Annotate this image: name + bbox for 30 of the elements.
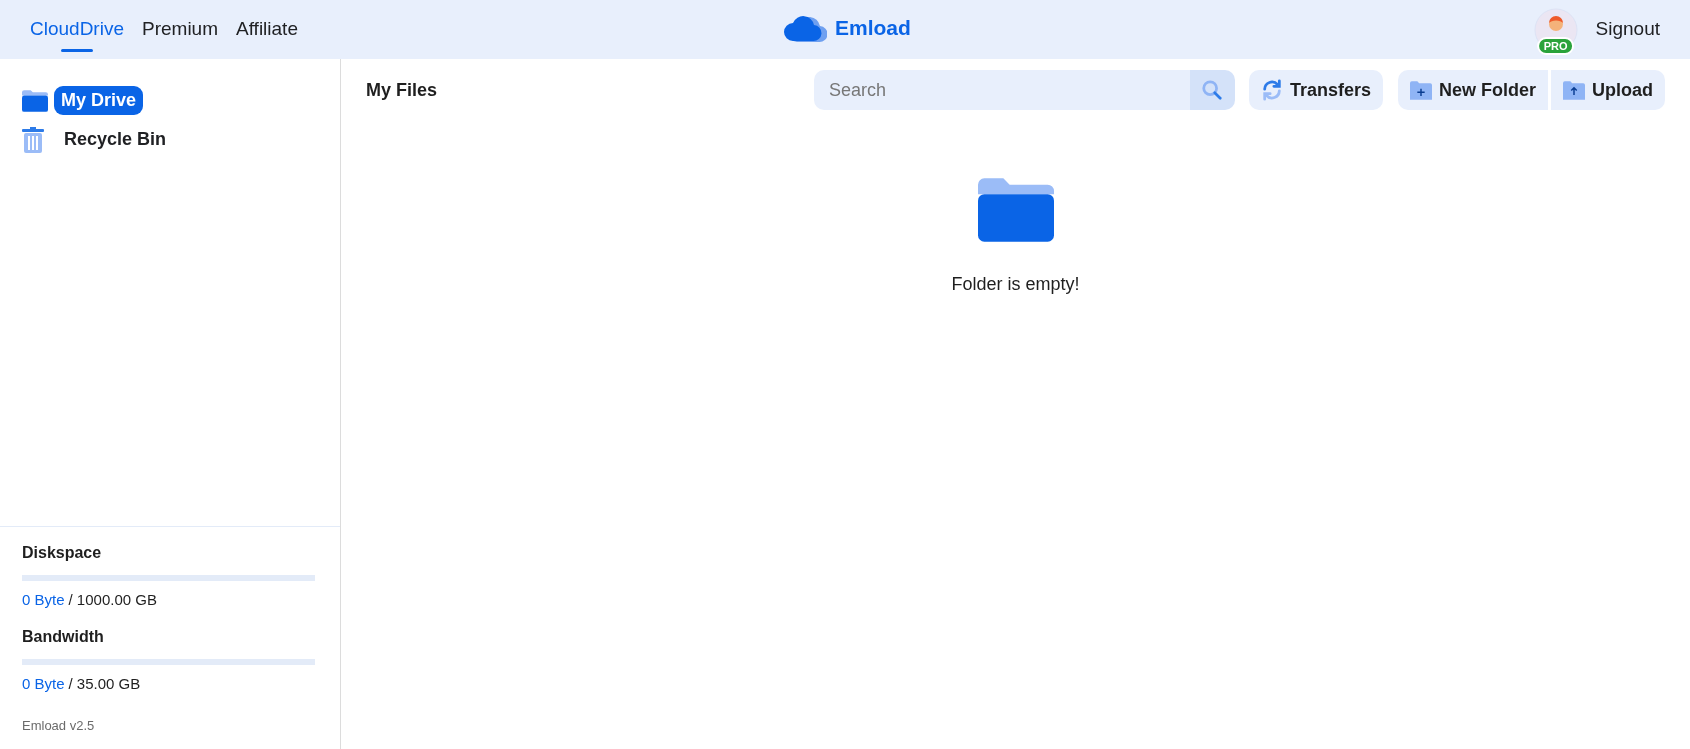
total-amount: / 1000.00 GB (68, 589, 157, 610)
search-field[interactable]: Search (813, 70, 1190, 110)
refresh-icon (1260, 79, 1283, 101)
sidebar-item-label[interactable]: My Drive (54, 86, 144, 115)
nav-tab[interactable]: CloudDrive (30, 7, 124, 52)
empty-message: Folder is empty! (951, 273, 1080, 296)
folder-icon (22, 89, 48, 112)
toolbar-button[interactable]: New Folder (1398, 70, 1548, 110)
signout-link[interactable]: Signout (1595, 15, 1660, 44)
search-button[interactable] (1189, 70, 1235, 110)
page-title: My Files (366, 78, 439, 102)
sidebar-item[interactable]: My Drive (22, 86, 318, 115)
trash-icon (22, 126, 44, 153)
empty-folder-icon (977, 177, 1054, 243)
meter-title: Bandwidth (22, 627, 105, 647)
brand-name: Emload (835, 15, 911, 41)
toolbar-button[interactable]: Transfers (1248, 70, 1383, 110)
nav-tab[interactable]: Affiliate (236, 7, 298, 52)
used-amount: 0 Byte (22, 589, 65, 610)
used-amount: 0 Byte (22, 674, 65, 694)
toolbar-button[interactable]: Upload (1549, 70, 1665, 110)
folder-plus-icon (1410, 80, 1432, 100)
version-label: Emload v2.5 (22, 716, 96, 735)
folder-upload-icon (1563, 80, 1585, 100)
meter-title: Diskspace (22, 542, 103, 563)
nav-tab[interactable]: Premium (142, 7, 218, 52)
sidebar-item[interactable]: Recycle Bin (22, 125, 318, 154)
total-amount: / 35.00 GB (68, 674, 141, 694)
search-icon (1201, 79, 1224, 101)
sidebar-item-label[interactable]: Recycle Bin (57, 125, 174, 154)
